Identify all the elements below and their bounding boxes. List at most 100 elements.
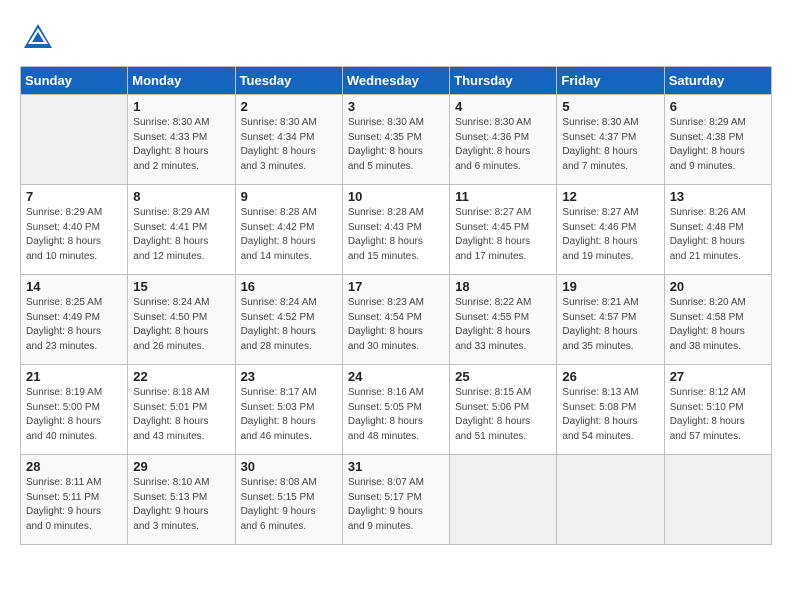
calendar-day-cell: 8Sunrise: 8:29 AM Sunset: 4:41 PM Daylig… (128, 185, 235, 275)
calendar-day-cell: 6 Sunrise: 8:29 AM Sunset: 4:38 PM Daylig… (664, 95, 771, 185)
calendar-week-row: 28 Sunrise: 8:11 AM Sunset: 5:11 PM Dayli… (21, 455, 772, 545)
day-info: Sunrise: 8:28 AM Sunset: 4:43 PM Dayligh… (348, 206, 444, 264)
day-info: Sunrise: 8:12 AM Sunset: 5:10 PM Dayligh… (670, 386, 766, 444)
weekday-header-saturday: Saturday (664, 67, 771, 95)
calendar-day-cell: 9Sunrise: 8:28 AM Sunset: 4:42 PM Daylig… (235, 185, 342, 275)
page-header (20, 20, 772, 56)
day-number: 3 (348, 99, 444, 114)
day-number: 27 (670, 369, 766, 384)
day-number: 17 (348, 279, 444, 294)
calendar-day-cell: 7Sunrise: 8:29 AM Sunset: 4:40 PM Daylig… (21, 185, 128, 275)
calendar-day-cell: 24 Sunrise: 8:16 AM Sunset: 5:05 PM Dayli… (342, 365, 449, 455)
day-number: 14 (26, 279, 122, 294)
day-info: Sunrise: 8:30 AM Sunset: 4:34 PM Dayligh… (241, 116, 337, 174)
calendar-day-cell: 16 Sunrise: 8:24 AM Sunset: 4:52 PM Dayli… (235, 275, 342, 365)
calendar-day-cell: 19 Sunrise: 8:21 AM Sunset: 4:57 PM Dayli… (557, 275, 664, 365)
calendar-day-cell: 29 Sunrise: 8:10 AM Sunset: 5:13 PM Dayli… (128, 455, 235, 545)
day-info: Sunrise: 8:18 AM Sunset: 5:01 PM Dayligh… (133, 386, 229, 444)
calendar-table: SundayMondayTuesdayWednesdayThursdayFrid… (20, 66, 772, 545)
weekday-header-thursday: Thursday (450, 67, 557, 95)
day-info: Sunrise: 8:19 AM Sunset: 5:00 PM Dayligh… (26, 386, 122, 444)
calendar-day-cell: 27 Sunrise: 8:12 AM Sunset: 5:10 PM Dayli… (664, 365, 771, 455)
weekday-header-row: SundayMondayTuesdayWednesdayThursdayFrid… (21, 67, 772, 95)
weekday-header-friday: Friday (557, 67, 664, 95)
day-info: Sunrise: 8:20 AM Sunset: 4:58 PM Dayligh… (670, 296, 766, 354)
calendar-header: SundayMondayTuesdayWednesdayThursdayFrid… (21, 67, 772, 95)
calendar-body: 1Sunrise: 8:30 AM Sunset: 4:33 PM Daylig… (21, 95, 772, 545)
day-number: 26 (562, 369, 658, 384)
day-number: 25 (455, 369, 551, 384)
calendar-day-cell: 26 Sunrise: 8:13 AM Sunset: 5:08 PM Dayli… (557, 365, 664, 455)
calendar-day-cell: 15Sunrise: 8:24 AM Sunset: 4:50 PM Dayli… (128, 275, 235, 365)
calendar-day-cell (664, 455, 771, 545)
calendar-day-cell: 20Sunrise: 8:20 AM Sunset: 4:58 PM Dayli… (664, 275, 771, 365)
day-info: Sunrise: 8:21 AM Sunset: 4:57 PM Dayligh… (562, 296, 658, 354)
day-info: Sunrise: 8:24 AM Sunset: 4:52 PM Dayligh… (241, 296, 337, 354)
calendar-day-cell (450, 455, 557, 545)
calendar-day-cell: 2 Sunrise: 8:30 AM Sunset: 4:34 PM Daylig… (235, 95, 342, 185)
calendar-day-cell: 25Sunrise: 8:15 AM Sunset: 5:06 PM Dayli… (450, 365, 557, 455)
day-info: Sunrise: 8:26 AM Sunset: 4:48 PM Dayligh… (670, 206, 766, 264)
calendar-week-row: 7Sunrise: 8:29 AM Sunset: 4:40 PM Daylig… (21, 185, 772, 275)
calendar-day-cell: 5 Sunrise: 8:30 AM Sunset: 4:37 PM Daylig… (557, 95, 664, 185)
day-info: Sunrise: 8:17 AM Sunset: 5:03 PM Dayligh… (241, 386, 337, 444)
day-number: 16 (241, 279, 337, 294)
calendar-day-cell: 11 Sunrise: 8:27 AM Sunset: 4:45 PM Dayli… (450, 185, 557, 275)
day-number: 11 (455, 189, 551, 204)
day-number: 12 (562, 189, 658, 204)
day-info: Sunrise: 8:11 AM Sunset: 5:11 PM Dayligh… (26, 476, 122, 534)
day-number: 28 (26, 459, 122, 474)
day-info: Sunrise: 8:30 AM Sunset: 4:33 PM Dayligh… (133, 116, 229, 174)
day-number: 13 (670, 189, 766, 204)
day-info: Sunrise: 8:13 AM Sunset: 5:08 PM Dayligh… (562, 386, 658, 444)
calendar-day-cell: 30Sunrise: 8:08 AM Sunset: 5:15 PM Dayli… (235, 455, 342, 545)
calendar-day-cell: 3Sunrise: 8:30 AM Sunset: 4:35 PM Daylig… (342, 95, 449, 185)
day-number: 23 (241, 369, 337, 384)
calendar-day-cell: 21Sunrise: 8:19 AM Sunset: 5:00 PM Dayli… (21, 365, 128, 455)
calendar-day-cell (21, 95, 128, 185)
calendar-day-cell: 17 Sunrise: 8:23 AM Sunset: 4:54 PM Dayli… (342, 275, 449, 365)
day-number: 5 (562, 99, 658, 114)
calendar-day-cell: 1Sunrise: 8:30 AM Sunset: 4:33 PM Daylig… (128, 95, 235, 185)
calendar-week-row: 21Sunrise: 8:19 AM Sunset: 5:00 PM Dayli… (21, 365, 772, 455)
day-info: Sunrise: 8:30 AM Sunset: 4:36 PM Dayligh… (455, 116, 551, 174)
day-info: Sunrise: 8:23 AM Sunset: 4:54 PM Dayligh… (348, 296, 444, 354)
calendar-day-cell: 23 Sunrise: 8:17 AM Sunset: 5:03 PM Dayli… (235, 365, 342, 455)
day-info: Sunrise: 8:29 AM Sunset: 4:38 PM Dayligh… (670, 116, 766, 174)
day-info: Sunrise: 8:16 AM Sunset: 5:05 PM Dayligh… (348, 386, 444, 444)
day-info: Sunrise: 8:25 AM Sunset: 4:49 PM Dayligh… (26, 296, 122, 354)
calendar-day-cell: 14 Sunrise: 8:25 AM Sunset: 4:49 PM Dayli… (21, 275, 128, 365)
calendar-day-cell: 13 Sunrise: 8:26 AM Sunset: 4:48 PM Dayli… (664, 185, 771, 275)
weekday-header-wednesday: Wednesday (342, 67, 449, 95)
day-number: 6 (670, 99, 766, 114)
day-info: Sunrise: 8:30 AM Sunset: 4:37 PM Dayligh… (562, 116, 658, 174)
calendar-day-cell: 10Sunrise: 8:28 AM Sunset: 4:43 PM Dayli… (342, 185, 449, 275)
day-info: Sunrise: 8:27 AM Sunset: 4:46 PM Dayligh… (562, 206, 658, 264)
calendar-day-cell: 4 Sunrise: 8:30 AM Sunset: 4:36 PM Daylig… (450, 95, 557, 185)
calendar-week-row: 14 Sunrise: 8:25 AM Sunset: 4:49 PM Dayli… (21, 275, 772, 365)
day-info: Sunrise: 8:27 AM Sunset: 4:45 PM Dayligh… (455, 206, 551, 264)
calendar-week-row: 1Sunrise: 8:30 AM Sunset: 4:33 PM Daylig… (21, 95, 772, 185)
day-number: 15 (133, 279, 229, 294)
weekday-header-monday: Monday (128, 67, 235, 95)
calendar-day-cell: 28 Sunrise: 8:11 AM Sunset: 5:11 PM Dayli… (21, 455, 128, 545)
weekday-header-sunday: Sunday (21, 67, 128, 95)
calendar-day-cell: 18Sunrise: 8:22 AM Sunset: 4:55 PM Dayli… (450, 275, 557, 365)
day-number: 31 (348, 459, 444, 474)
day-number: 2 (241, 99, 337, 114)
day-info: Sunrise: 8:10 AM Sunset: 5:13 PM Dayligh… (133, 476, 229, 534)
day-number: 19 (562, 279, 658, 294)
day-number: 9 (241, 189, 337, 204)
calendar-day-cell (557, 455, 664, 545)
day-number: 22 (133, 369, 229, 384)
day-info: Sunrise: 8:08 AM Sunset: 5:15 PM Dayligh… (241, 476, 337, 534)
calendar-day-cell: 22 Sunrise: 8:18 AM Sunset: 5:01 PM Dayli… (128, 365, 235, 455)
calendar-day-cell: 12 Sunrise: 8:27 AM Sunset: 4:46 PM Dayli… (557, 185, 664, 275)
day-info: Sunrise: 8:29 AM Sunset: 4:40 PM Dayligh… (26, 206, 122, 264)
day-info: Sunrise: 8:29 AM Sunset: 4:41 PM Dayligh… (133, 206, 229, 264)
day-number: 4 (455, 99, 551, 114)
day-number: 18 (455, 279, 551, 294)
day-number: 24 (348, 369, 444, 384)
day-number: 29 (133, 459, 229, 474)
logo-icon (20, 20, 56, 56)
